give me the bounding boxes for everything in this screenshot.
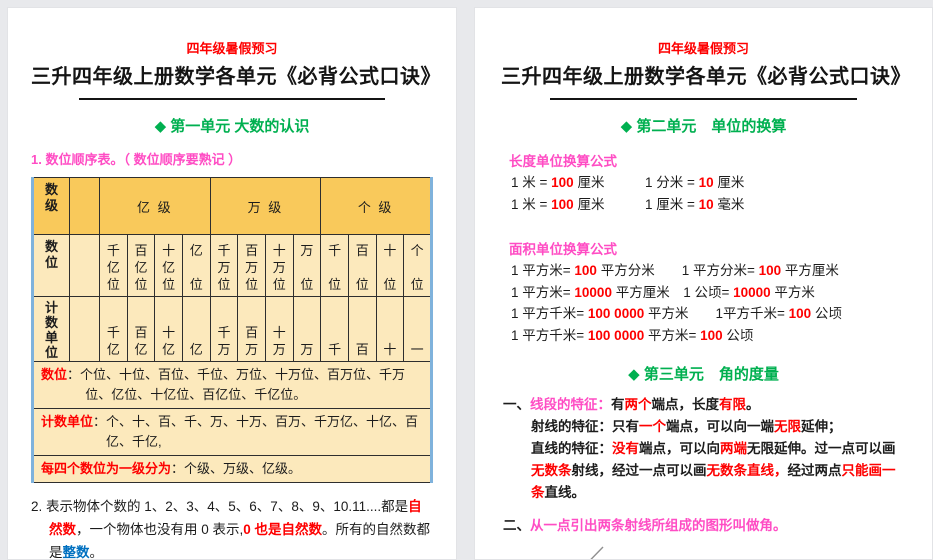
- area-conversion-line: 1 平方千米= 100 0000 平方米 1平方千米= 100 公顷: [511, 306, 842, 322]
- table-note-grouping: 每四个数位为一级分为：个级、万级、亿级。: [32, 455, 432, 484]
- digit-cell: 千 位: [320, 234, 349, 297]
- note-digit-text: 数位：个位、十位、百位、千位、万位、十万位、百万位、千万位、亿位、十亿位、百亿位…: [41, 366, 406, 402]
- area-conversion-title: 面积单位换算公式: [509, 241, 617, 257]
- unit-cell: 百 万: [237, 296, 266, 362]
- document-page-2: 四年级暑假预习 三升四年级上册数学各单元《必背公式口诀》 ◆ 第二单元 单位的换…: [474, 7, 933, 560]
- length-conversion-title: 长度单位换算公式: [509, 154, 617, 169]
- title-underline: [549, 98, 858, 100]
- unit-cell: 百: [347, 296, 377, 362]
- title-underline: [79, 98, 385, 100]
- note-unit-text: 计数单位：个、十、百、千、万、十万、百万、千万亿、十亿、百亿、千亿,: [41, 414, 419, 450]
- page-tag: 四年级暑假预习: [657, 41, 749, 56]
- level-label: 数 级: [32, 177, 70, 235]
- table-row-counting-unit: 计 数 单 位 千 亿 百 亿 十 亿 亿 千 万 百 万 十 万 万 千 百 …: [32, 296, 432, 362]
- digit-cell: 千 亿 位: [99, 234, 128, 297]
- unit-cell: 百 亿: [126, 296, 156, 362]
- area-conversion-line: 1 平方千米= 100 0000 平方米= 100 公顷: [511, 328, 754, 344]
- angle-diagram: 边 顶点 边: [590, 546, 604, 559]
- unit-cell: 千 亿: [99, 296, 128, 362]
- section-heading-unit2: ◆ 第二单元 单位的换算: [620, 118, 787, 135]
- segment-features-line: 一、线段的特征：有两个端点，长度有限。: [503, 397, 760, 413]
- table-note-digit: 数位：个位、十位、百位、千位、万位、十万位、百万位、千万位、亿位、十亿位、百亿位…: [32, 360, 432, 410]
- unit-cell: 十 万: [264, 296, 294, 362]
- ray-features-line: 射线的特征：只有一个端点，可以向一端无限延伸；: [531, 419, 842, 435]
- empty-cell: [69, 234, 100, 297]
- counting-unit-label: 计 数 单 位: [32, 296, 70, 362]
- length-conversion-line: 1 米 = 100 厘米 1 厘米 = 10 毫米: [511, 196, 745, 212]
- section-heading-unit1: ◆ 第一单元 大数的认识: [154, 118, 310, 135]
- unit-cell: 亿: [181, 296, 211, 362]
- digit-cell: 十 亿 位: [154, 234, 183, 297]
- digit-cell: 百 万 位: [237, 234, 266, 297]
- area-conversion-line: 1 平方米= 10000 平方厘米 1 公顷= 10000 平方米: [511, 284, 815, 300]
- length-conversion-line: 1 米 = 100 厘米 1 分米 = 10 厘米: [511, 175, 745, 190]
- unit-cell: 万: [292, 296, 322, 362]
- document-page-1: 四年级暑假预习 三升四年级上册数学各单元《必背公式口诀》 ◆ 第一单元 大数的认…: [7, 7, 457, 560]
- table-row-digit: 数 位 千 亿 位 百 亿 位 十 亿 位 亿 位 千 万 位 百 万 位 十 …: [32, 234, 432, 297]
- group-ge: 个 级: [320, 177, 432, 235]
- page-tag: 四年级暑假预习: [186, 41, 278, 56]
- area-conversion-line: 1 平方米= 100 平方分米 1 平方分米= 100 平方厘米: [511, 262, 839, 278]
- digit-cell: 百 亿 位: [126, 234, 156, 297]
- angle-ray-slanted: [590, 546, 604, 559]
- angle-definition-line: 二、从一点引出两条射线所组成的图形叫做角。: [503, 518, 787, 534]
- digit-cell: 个 位: [403, 234, 432, 297]
- unit-cell: 千: [320, 296, 349, 362]
- digit-order-table: 数 级 亿 级 万 级 个 级 数 位 千 亿 位 百 亿 位 十 亿 位 亿 …: [31, 177, 433, 484]
- unit-cell: 千 万: [209, 296, 239, 362]
- list-item-1: 1. 数位顺序表。（ 数位顺序要熟记 ）: [31, 152, 242, 167]
- document-title: 三升四年级上册数学各单元《必背公式口诀》: [31, 66, 441, 88]
- digit-cell: 千 万 位: [209, 234, 239, 297]
- group-wan: 万 级: [209, 177, 322, 235]
- list-item-2: 2. 表示物体个数的 1、2、3、4、5、6、7、8、9、10.11....都是…: [31, 499, 431, 560]
- empty-cell: [69, 296, 100, 362]
- digit-cell: 十 万 位: [264, 234, 294, 297]
- digit-cell: 百 位: [347, 234, 377, 297]
- table-note-counting-unit: 计数单位：个、十、百、千、万、十万、百万、千万亿、十亿、百亿、千亿,: [32, 408, 432, 457]
- unit-cell: 十 亿: [154, 296, 183, 362]
- unit-cell: 一: [403, 296, 432, 362]
- unit-cell: 十: [375, 296, 405, 362]
- group-yi: 亿 级: [99, 177, 211, 235]
- document-title: 三升四年级上册数学各单元《必背公式口诀》: [501, 66, 911, 88]
- note-group-text: 每四个数位为一级分为：个级、万级、亿级。: [41, 461, 302, 477]
- digit-cell: 万 位: [292, 234, 322, 297]
- section-heading-unit3: ◆ 第三单元 角的度量: [628, 366, 779, 384]
- digit-label: 数 位: [32, 234, 70, 297]
- table-row-level: 数 级 亿 级 万 级 个 级: [32, 177, 432, 235]
- line-features-line: 直线的特征：没有端点，可以向两端无限延伸。过一点可以画无数条射线，经过一点可以画…: [531, 440, 896, 500]
- digit-cell: 亿 位: [181, 234, 211, 297]
- digit-cell: 十 位: [375, 234, 405, 297]
- empty-cell: [69, 177, 100, 235]
